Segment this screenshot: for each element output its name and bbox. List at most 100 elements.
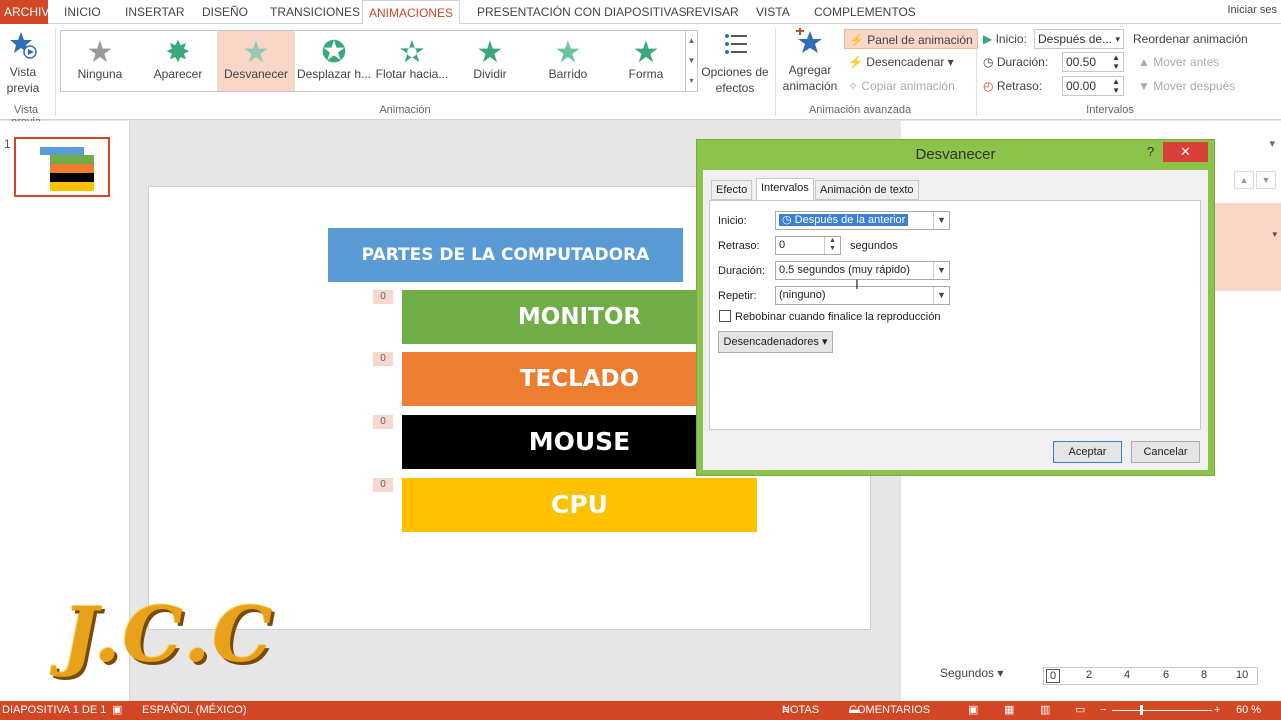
brush-icon: ✧ [848, 79, 862, 93]
scroll-up-icon[interactable]: ▲ [686, 31, 697, 51]
zoom-slider-thumb[interactable] [1140, 705, 1143, 715]
trigger-label: Desencadenar [866, 55, 945, 69]
move-before-button[interactable]: ▲ Mover antes [1138, 52, 1219, 72]
tab-inicio[interactable]: INICIO [58, 0, 107, 24]
gallery-item-dividir[interactable]: ★ Dividir [451, 31, 529, 91]
tab-insertar[interactable]: INSERTAR [119, 0, 191, 24]
slideshow-icon[interactable]: ▭ [1075, 701, 1085, 720]
duration-label-text: Duración: [996, 55, 1049, 69]
reading-view-icon[interactable]: ▥ [1040, 701, 1050, 720]
copy-animation-button[interactable]: ✧ Copiar animación [848, 76, 955, 96]
stepper-arrows-icon[interactable]: ▲ ▼ [1112, 77, 1120, 95]
gallery-item-barrido[interactable]: ★ Barrido [529, 31, 607, 91]
zoom-out-icon[interactable]: − [1100, 701, 1106, 720]
gallery-item-aparecer[interactable]: ✸ Aparecer [139, 31, 217, 91]
duration-stepper[interactable]: 00.50 ▲ ▼ [1062, 52, 1124, 72]
pane-down-icon[interactable]: ▼ [1256, 171, 1276, 189]
gallery-item-flotar[interactable]: ✫ Flotar hacia... [373, 31, 451, 91]
duration-label: Duración: [718, 265, 766, 277]
gallery-more-icon[interactable]: ▾ [686, 71, 697, 91]
title-shape[interactable]: PARTES DE LA COMPUTADORA [328, 228, 683, 282]
reorder-label: Reordenar animación [1133, 32, 1248, 46]
animation-order-tag[interactable]: 0 [373, 415, 393, 429]
dialog-title: Desvanecer [915, 146, 996, 163]
language-indicator[interactable]: ESPAÑOL (MÉXICO) [142, 701, 247, 720]
tab-diseno[interactable]: DISEÑO [196, 0, 254, 24]
tab-revisar[interactable]: REVISAR [680, 0, 745, 24]
delay-value: 00.00 [1066, 79, 1097, 93]
list-icon [725, 34, 747, 54]
tab-animaciones[interactable]: ANIMACIONES [362, 0, 461, 25]
gallery-item-desvanecer[interactable]: ★ Desvanecer [217, 31, 295, 91]
normal-view-icon[interactable]: ▣ [968, 701, 978, 720]
dropdown-arrow-icon[interactable]: ▾ [1272, 229, 1277, 240]
scroll-down-icon[interactable]: ▼ [686, 51, 697, 71]
preview-label-2: previa [6, 81, 40, 95]
tab-vista[interactable]: VISTA [750, 0, 796, 24]
clock-icon: ◷ [983, 55, 997, 69]
start-select[interactable]: Después de... ▾ [1034, 29, 1124, 49]
animation-list-item[interactable]: ▾ [1215, 203, 1281, 291]
delay-stepper[interactable]: 0 ▲ ▼ [775, 236, 841, 255]
tab-intervalos[interactable]: Intervalos [756, 178, 814, 201]
ok-button[interactable]: Aceptar [1053, 441, 1122, 463]
gallery-item-desplazar[interactable]: ✪ Desplazar h... [295, 31, 373, 91]
stepper-arrows-icon[interactable]: ▲ ▼ [1112, 53, 1120, 71]
gallery-item-forma[interactable]: ★ Forma [607, 31, 685, 91]
sorter-view-icon[interactable]: ▦ [1004, 701, 1014, 720]
preview-label: Vista [9, 65, 37, 79]
delay-unit: segundos [850, 240, 898, 252]
repeat-select[interactable]: (ninguno) ▼ [775, 286, 950, 305]
animation-pane-label: Panel de animación [867, 33, 973, 47]
close-icon[interactable]: ✕ [1163, 142, 1208, 162]
triggers-button[interactable]: Desencadenadores ▾ [718, 331, 833, 353]
gallery-item-ninguna[interactable]: ★ Ninguna [61, 31, 139, 91]
tab-presentacion[interactable]: PRESENTACIÓN CON DIAPOSITIVAS [471, 0, 693, 24]
effect-options-label-2: efectos [715, 81, 755, 95]
double-chevron-down-icon: ▾ [818, 336, 828, 348]
preview-button[interactable]: Vista previa [2, 30, 44, 96]
add-animation-button[interactable]: Agregar animación [778, 27, 842, 94]
sign-in-link[interactable]: Iniciar ses [1227, 0, 1281, 20]
effect-options-button[interactable]: Opciones de efectos [701, 30, 769, 96]
timing-group-label: Intervalos [1086, 104, 1134, 116]
start-select[interactable]: ◷ Después de la anterior ▼ [775, 211, 950, 230]
stepper-arrows-icon[interactable]: ▲ ▼ [824, 237, 840, 254]
move-after-button[interactable]: ▼ Mover después [1138, 76, 1235, 96]
animation-order-tag[interactable]: 0 [373, 352, 393, 366]
tab-transiciones[interactable]: TRANSICIONES [264, 0, 366, 24]
tab-archivo[interactable]: ARCHIVO [0, 0, 59, 24]
gallery-scroll[interactable]: ▲ ▼ ▾ [685, 31, 697, 91]
tab-efecto[interactable]: Efecto [711, 180, 753, 200]
tab-animacion-texto[interactable]: Animación de texto [815, 180, 919, 200]
timeline-label: Segundos [940, 666, 995, 680]
slide-number: 1 [4, 137, 11, 151]
delay-stepper[interactable]: 00.00 ▲ ▼ [1062, 76, 1124, 96]
up-arrow-icon: ▲ [1138, 55, 1154, 69]
thumb-shape [50, 155, 94, 164]
zoom-level[interactable]: 60 % [1236, 701, 1261, 720]
slide-thumbnail[interactable] [14, 137, 110, 197]
pane-collapse-icon[interactable]: ▾ [1269, 137, 1275, 150]
duration-select[interactable]: 0.5 segundos (muy rápido) ▼ [775, 261, 950, 280]
animation-order-tag[interactable]: 0 [373, 290, 393, 304]
help-icon[interactable]: ? [1147, 144, 1154, 159]
star-icon: ★ [554, 36, 582, 69]
animation-pane-button[interactable]: ⚡ Panel de animación [844, 29, 978, 49]
animation-order-tag[interactable]: 0 [373, 478, 393, 492]
pane-up-icon[interactable]: ▲ [1234, 171, 1254, 189]
star-icon: ★ [632, 36, 660, 69]
zoom-slider[interactable] [1112, 710, 1212, 711]
rewind-checkbox[interactable] [719, 310, 731, 322]
tab-complementos[interactable]: COMPLEMENTOS [808, 0, 922, 24]
delay-label-text: Retraso: [996, 79, 1043, 93]
spellcheck-icon[interactable]: ▣ [112, 701, 122, 720]
timeline-ruler: 0 2 4 6 8 10 [1043, 667, 1258, 685]
timeline-units[interactable]: Segundos ▾ [940, 666, 1003, 680]
ribbon: Vista previa Vista previa ★Ninguna ✸Apar… [0, 24, 1281, 128]
zoom-in-icon[interactable]: + [1214, 701, 1220, 720]
ribbon-tabbar: ARCHIVO INICIO INSERTAR DISEÑO TRANSICIO… [0, 0, 1281, 25]
cancel-button[interactable]: Cancelar [1131, 441, 1200, 463]
trigger-button[interactable]: ⚡ Desencadenar ▾ [848, 52, 954, 72]
cpu-shape[interactable]: CPU [402, 478, 757, 532]
